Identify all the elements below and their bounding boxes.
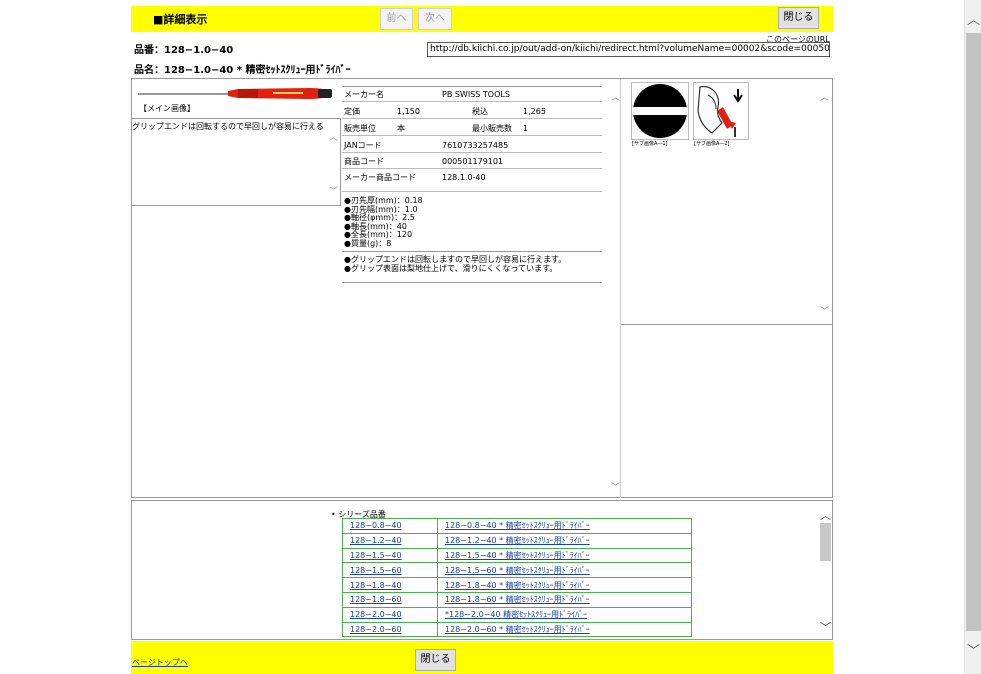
spec-value: 128.1.0-40 xyxy=(442,173,486,182)
chevron-down-icon[interactable]: ﹀ xyxy=(965,643,981,660)
series-code-link[interactable]: 128−1.5−40 xyxy=(350,551,402,560)
sub-image-caption: [サブ画像A―2] xyxy=(694,141,730,147)
chevron-up-icon[interactable]: ︿ xyxy=(965,12,981,29)
feature-list-notes: ●グリップエンドは回転しますので早回しが容易に行えます。 ●グリップ表面は梨地仕… xyxy=(344,255,566,273)
header-bar: ■詳細表示 前へ 次へ 閉じる xyxy=(131,6,833,32)
spec-label: 定価 xyxy=(344,107,360,116)
product-name-label: 品名： xyxy=(134,65,164,76)
table-row: 128−1.2−40 128−1.2−40 * 精密ｾｯﾄｽｸﾘｭｰ用ﾄﾞﾗｲﾊﾞ… xyxy=(342,532,692,549)
table-row: 128−2.0−40 *128−2.0−40 精密ｾｯﾄｽｸﾘｭｰ用ﾄﾞﾗｲﾊﾞｰ xyxy=(342,606,692,623)
scrollbar-thumb[interactable] xyxy=(966,33,981,631)
series-code-link[interactable]: 128−2.0−60 xyxy=(350,625,402,634)
series-name-link[interactable]: 128−2.0−60 * 精密ｾｯﾄｽｸﾘｭｰ用ﾄﾞﾗｲﾊﾞｰ xyxy=(445,625,590,634)
feature-item: ●質量(g)：8 xyxy=(344,238,392,248)
spec-label: メーカー名 xyxy=(344,90,384,99)
main-image-caption: 【メイン画像】 xyxy=(139,104,195,113)
feature-list-specs: ●刃先厚(mm)：0.18 ●刃先幅(mm)：1.0 ●軸径(φmm)：2.5 … xyxy=(344,196,423,248)
spec-row-maker: メーカー名 PB SWISS TOOLS xyxy=(342,87,602,102)
series-name-link[interactable]: 128−0.8−40 * 精密ｾｯﾄｽｸﾘｭｰ用ﾄﾞﾗｲﾊﾞｰ xyxy=(445,521,590,530)
close-button-bottom[interactable]: 閉じる xyxy=(415,649,456,671)
series-code-link[interactable]: 128−1.5−60 xyxy=(350,566,402,575)
spec-label: 税込 xyxy=(472,107,488,116)
sub-image-a1[interactable] xyxy=(631,82,689,140)
spec-row-unit: 販売単位 本 最小販売数 1 xyxy=(342,121,602,136)
spec-value: PB SWISS TOOLS xyxy=(442,90,510,99)
series-code-link[interactable]: 128−0.8−40 xyxy=(350,521,402,530)
page-top-link[interactable]: ページトップへ xyxy=(132,657,188,668)
spec-value: 1 xyxy=(523,124,529,133)
spec-label: JANコード xyxy=(344,141,382,150)
spec-row-jan: JANコード 7610733257485 xyxy=(342,138,602,153)
series-code-link[interactable]: 128−2.0−40 xyxy=(350,610,402,619)
scroll-up-icon[interactable]: ︿ xyxy=(818,90,831,103)
scroll-down-icon[interactable]: ﹀ xyxy=(819,619,832,635)
main-image-description: グリップエンドは回転するので早回しが容易に行える xyxy=(132,122,324,131)
close-button[interactable]: 閉じる xyxy=(778,7,819,29)
part-number: 品番：128−1.0−40 xyxy=(134,41,233,56)
scroll-up-icon[interactable]: ︿ xyxy=(327,130,340,143)
next-button[interactable]: 次へ xyxy=(418,8,452,30)
spec-label: 商品コード xyxy=(344,157,384,166)
part-number-value: 128−1.0−40 xyxy=(164,45,234,56)
series-name-link[interactable]: 128−1.5−60 * 精密ｾｯﾄｽｸﾘｭｰ用ﾄﾞﾗｲﾊﾞｰ xyxy=(445,566,590,575)
part-number-label: 品番： xyxy=(134,45,164,56)
table-row: 128−1.5−60 128−1.5−60 * 精密ｾｯﾄｽｸﾘｭｰ用ﾄﾞﾗｲﾊﾞ… xyxy=(342,562,692,579)
series-code-link[interactable]: 128−1.2−40 xyxy=(350,536,402,545)
screwdriver-image xyxy=(138,88,332,99)
main-image[interactable] xyxy=(138,85,334,103)
spec-label: 最小販売数 xyxy=(472,124,512,133)
series-name-link[interactable]: 128−1.8−60 * 精密ｾｯﾄｽｸﾘｭｰ用ﾄﾞﾗｲﾊﾞｰ xyxy=(445,595,590,604)
feature-item: ●グリップ表面は梨地仕上げで、滑りにくくなっています。 xyxy=(344,263,558,273)
spec-label: 販売単位 xyxy=(344,124,376,133)
hand-screwdriver-image xyxy=(697,85,743,137)
table-row: 128−0.8−40 128−0.8−40 * 精密ｾｯﾄｽｸﾘｭｰ用ﾄﾞﾗｲﾊﾞ… xyxy=(342,518,692,534)
spec-label: メーカー商品コード xyxy=(344,173,416,182)
product-name: 品名：128−1.0−40 * 精密ｾｯﾄｽｸﾘｭｰ用ﾄﾞﾗｲﾊﾞｰ xyxy=(134,61,350,76)
spec-value: 1,265 xyxy=(523,107,546,116)
spec-value: 000501179101 xyxy=(442,157,504,166)
window-scrollbar[interactable]: ︿ ﹀ xyxy=(964,0,981,674)
screw-slot-image xyxy=(632,84,688,138)
series-scrollbar-thumb[interactable] xyxy=(820,523,831,561)
page-url-field[interactable]: http://db.kiichi.co.jp/out/add-on/kiichi… xyxy=(427,42,830,57)
prev-button[interactable]: 前へ xyxy=(380,8,413,30)
product-name-value: 128−1.0−40 * 精密ｾｯﾄｽｸﾘｭｰ用ﾄﾞﾗｲﾊﾞｰ xyxy=(164,65,351,76)
series-name-link[interactable]: *128−2.0−40 精密ｾｯﾄｽｸﾘｭｰ用ﾄﾞﾗｲﾊﾞｰ xyxy=(445,610,587,619)
sub-image-a2[interactable] xyxy=(693,82,749,140)
spec-value: 本 xyxy=(397,124,405,133)
page-title: ■詳細表示 xyxy=(153,13,208,26)
scroll-up-icon[interactable]: ︿ xyxy=(819,507,832,523)
series-code-link[interactable]: 128−1.8−60 xyxy=(350,595,402,604)
sub-image-caption: [サブ画像A―1] xyxy=(632,141,668,147)
scroll-down-icon[interactable]: ﹀ xyxy=(818,304,831,317)
scroll-down-icon[interactable]: ﹀ xyxy=(327,184,340,197)
spec-value: 7610733257485 xyxy=(442,141,509,150)
series-name-link[interactable]: 128−1.8−40 * 精密ｾｯﾄｽｸﾘｭｰ用ﾄﾞﾗｲﾊﾞｰ xyxy=(445,581,590,590)
spec-row-maker-code: メーカー商品コード 128.1.0-40 xyxy=(342,170,602,192)
table-row: 128−1.8−60 128−1.8−60 * 精密ｾｯﾄｽｸﾘｭｰ用ﾄﾞﾗｲﾊﾞ… xyxy=(342,591,692,608)
spec-row-code: 商品コード 000501179101 xyxy=(342,154,602,169)
table-row: 128−1.8−40 128−1.8−40 * 精密ｾｯﾄｽｸﾘｭｰ用ﾄﾞﾗｲﾊﾞ… xyxy=(342,577,692,593)
spec-value: 1,150 xyxy=(397,107,420,116)
footer-bar: ページトップへ 閉じる xyxy=(131,641,833,674)
table-row: 128−2.0−60 128−2.0−60 * 精密ｾｯﾄｽｸﾘｭｰ用ﾄﾞﾗｲﾊﾞ… xyxy=(342,621,692,638)
table-row: 128−1.5−40 128−1.5−40 * 精密ｾｯﾄｽｸﾘｭｰ用ﾄﾞﾗｲﾊﾞ… xyxy=(342,547,692,564)
series-table: 128−0.8−40 128−0.8−40 * 精密ｾｯﾄｽｸﾘｭｰ用ﾄﾞﾗｲﾊﾞ… xyxy=(342,518,692,638)
series-name-link[interactable]: 128−1.2−40 * 精密ｾｯﾄｽｸﾘｭｰ用ﾄﾞﾗｲﾊﾞｰ xyxy=(445,536,590,545)
series-code-link[interactable]: 128−1.8−40 xyxy=(350,581,402,590)
series-name-link[interactable]: 128−1.5−40 * 精密ｾｯﾄｽｸﾘｭｰ用ﾄﾞﾗｲﾊﾞｰ xyxy=(445,551,590,560)
detail-page: ■詳細表示 前へ 次へ 閉じる 品番：128−1.0−40 品名：128−1.0… xyxy=(0,0,964,674)
spec-row-price: 定価 1,150 税込 1,265 xyxy=(342,104,602,119)
